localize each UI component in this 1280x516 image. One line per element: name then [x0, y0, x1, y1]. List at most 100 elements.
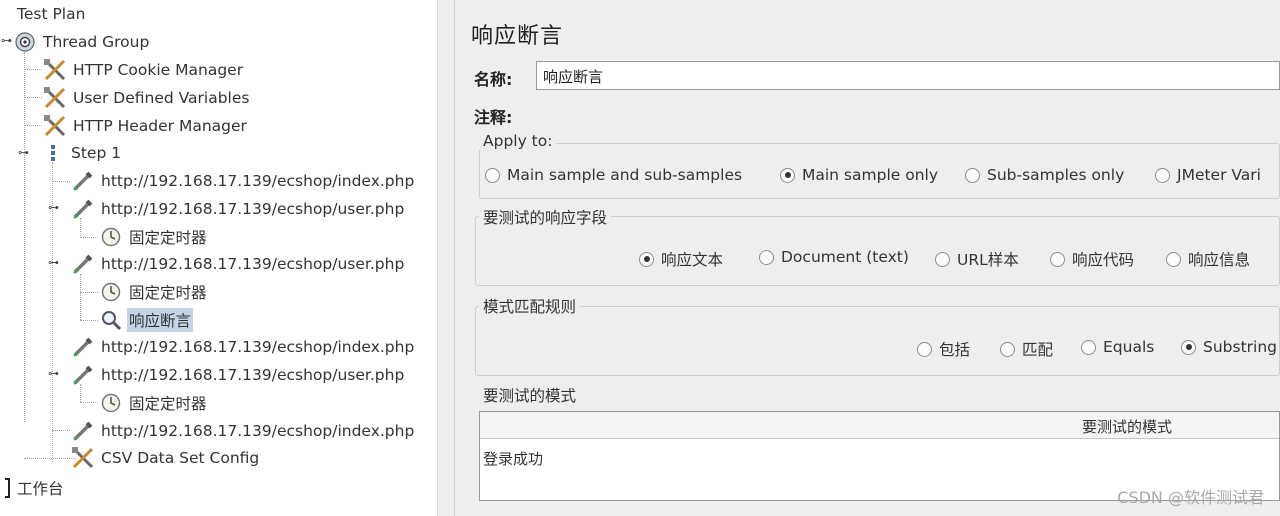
radio-matches[interactable]: 匹配	[1000, 338, 1053, 360]
tree-item-http-sampler[interactable]: http://192.168.17.139/ecshop/user.php	[70, 363, 406, 387]
field-to-test-title: 要测试的响应字段	[479, 206, 612, 228]
column-header: 要测试的模式	[1082, 418, 1173, 436]
tree-item-label: HTTP Cookie Manager	[73, 61, 244, 79]
tree-item-http-sampler[interactable]: http://192.168.17.139/ecshop/index.php	[70, 169, 416, 193]
tree-item-label: http://192.168.17.139/ecshop/index.php	[101, 338, 415, 356]
tree-item-label: 固定定时器	[129, 229, 207, 247]
radio-label: Equals	[1103, 338, 1155, 356]
radio-label: Document (text)	[781, 248, 909, 266]
tree-item-step-1[interactable]: Step 1	[40, 141, 123, 165]
radio-label: 响应文本	[661, 251, 724, 269]
radio-button-selected[interactable]	[639, 251, 654, 267]
expand-handle[interactable]: ⊶	[48, 257, 59, 269]
radio-button[interactable]	[965, 167, 980, 183]
transaction-controller-icon	[40, 141, 66, 165]
tree-item-constant-timer[interactable]: 固定定时器	[98, 225, 209, 249]
tree-item-response-assertion[interactable]: 响应断言	[98, 308, 194, 332]
radio-contains[interactable]: 包括	[917, 338, 970, 360]
expand-handle[interactable]: ⊶	[18, 147, 29, 159]
tree-item-label: Thread Group	[43, 33, 150, 51]
name-label: 名称:	[474, 70, 513, 89]
radio-substring[interactable]: Substring	[1181, 338, 1277, 356]
expand-handle[interactable]: ⊶	[48, 368, 59, 380]
thread-group-icon	[12, 30, 38, 54]
patterns-table-header: 要测试的模式	[480, 412, 1279, 439]
radio-document-text[interactable]: Document (text)	[759, 248, 909, 266]
tree-item-http-header-manager[interactable]: HTTP Header Manager	[42, 114, 249, 138]
pattern-rules-group	[475, 306, 1280, 376]
radio-response-code[interactable]: 响应代码	[1050, 248, 1134, 270]
radio-button[interactable]	[485, 167, 500, 183]
radio-sub-samples-only[interactable]: Sub-samples only	[965, 166, 1124, 184]
timer-icon	[98, 280, 124, 304]
comment-field[interactable]	[530, 100, 1280, 125]
radio-label: Substring	[1203, 338, 1277, 356]
tree-item-http-sampler[interactable]: http://192.168.17.139/ecshop/index.php	[70, 419, 416, 443]
radio-main-sample-only[interactable]: Main sample only	[780, 166, 938, 184]
workbench-icon	[2, 476, 12, 500]
http-sampler-icon	[70, 197, 96, 221]
radio-button[interactable]	[1081, 339, 1096, 355]
radio-label: Main sample and sub-samples	[507, 166, 743, 184]
tree-item-label: 响应断言	[127, 308, 194, 332]
http-sampler-icon	[70, 419, 96, 443]
radio-label: 匹配	[1022, 341, 1054, 359]
radio-label: Sub-samples only	[987, 166, 1125, 184]
assertion-icon	[98, 308, 124, 332]
test-plan-tree[interactable]: ⊶ ⊶ ⊶ ⊶ ⊶ Test Plan Thread Group HTTP Co…	[0, 0, 440, 516]
tree-item-thread-group[interactable]: Thread Group	[12, 30, 151, 54]
radio-button[interactable]	[1000, 341, 1015, 357]
config-element-icon	[42, 114, 68, 138]
tree-item-workbench[interactable]: 工作台	[2, 476, 66, 500]
tree-item-label: http://192.168.17.139/ecshop/index.php	[101, 422, 415, 440]
name-field[interactable]: 响应断言	[536, 61, 1280, 90]
http-sampler-icon	[70, 169, 96, 193]
radio-button-selected[interactable]	[1181, 339, 1196, 355]
radio-button[interactable]	[935, 251, 950, 267]
radio-button[interactable]	[1155, 167, 1170, 183]
tree-item-http-sampler[interactable]: http://192.168.17.139/ecshop/user.php	[70, 252, 406, 276]
radio-main-and-sub-samples[interactable]: Main sample and sub-samples	[485, 166, 742, 184]
radio-label: URL样本	[957, 251, 1019, 269]
radio-equals[interactable]: Equals	[1081, 338, 1154, 356]
radio-button-selected[interactable]	[780, 167, 795, 183]
radio-button[interactable]	[917, 341, 932, 357]
tree-item-constant-timer[interactable]: 固定定时器	[98, 391, 209, 415]
http-sampler-icon	[70, 363, 96, 387]
radio-response-text[interactable]: 响应文本	[639, 248, 723, 270]
radio-label: 响应代码	[1072, 251, 1135, 269]
tree-item-label: CSV Data Set Config	[101, 449, 260, 467]
tree-item-label: http://192.168.17.139/ecshop/user.php	[101, 366, 405, 384]
http-sampler-icon	[70, 252, 96, 276]
tree-item-label: 工作台	[17, 480, 64, 498]
radio-response-message[interactable]: 响应信息	[1166, 248, 1250, 270]
patterns-title: 要测试的模式	[479, 384, 581, 406]
expand-handle[interactable]: ⊶	[1, 35, 12, 47]
table-cell[interactable]: 登录成功	[483, 448, 543, 469]
tree-item-http-sampler[interactable]: http://192.168.17.139/ecshop/user.php	[70, 197, 406, 221]
radio-button[interactable]	[1166, 251, 1181, 267]
tree-item-label: Test Plan	[17, 5, 86, 23]
radio-button[interactable]	[759, 249, 774, 265]
tree-item-constant-timer[interactable]: 固定定时器	[98, 280, 209, 304]
radio-button[interactable]	[1050, 251, 1065, 267]
radio-label: 包括	[939, 341, 971, 359]
split-pane-divider[interactable]	[437, 0, 455, 516]
tree-item-label: HTTP Header Manager	[73, 117, 247, 135]
tree-item-user-defined-variables[interactable]: User Defined Variables	[42, 86, 251, 110]
tree-item-test-plan[interactable]: Test Plan	[15, 2, 87, 26]
expand-handle[interactable]: ⊶	[48, 202, 59, 214]
radio-jmeter-variable[interactable]: JMeter Vari	[1155, 166, 1261, 184]
tree-item-http-sampler[interactable]: http://192.168.17.139/ecshop/index.php	[70, 335, 416, 359]
config-element-icon	[42, 58, 68, 82]
tree-item-http-cookie-manager[interactable]: HTTP Cookie Manager	[42, 58, 245, 82]
panel-title: 响应断言	[471, 24, 564, 49]
radio-url-sample[interactable]: URL样本	[935, 248, 1019, 270]
radio-label: JMeter Vari	[1177, 166, 1261, 184]
radio-label: 响应信息	[1188, 251, 1251, 269]
tree-item-csv-data-set-config[interactable]: CSV Data Set Config	[70, 446, 261, 470]
timer-icon	[98, 225, 124, 249]
config-element-icon	[42, 86, 68, 110]
radio-label: Main sample only	[802, 166, 938, 184]
tree-item-label: http://192.168.17.139/ecshop/index.php	[101, 172, 415, 190]
